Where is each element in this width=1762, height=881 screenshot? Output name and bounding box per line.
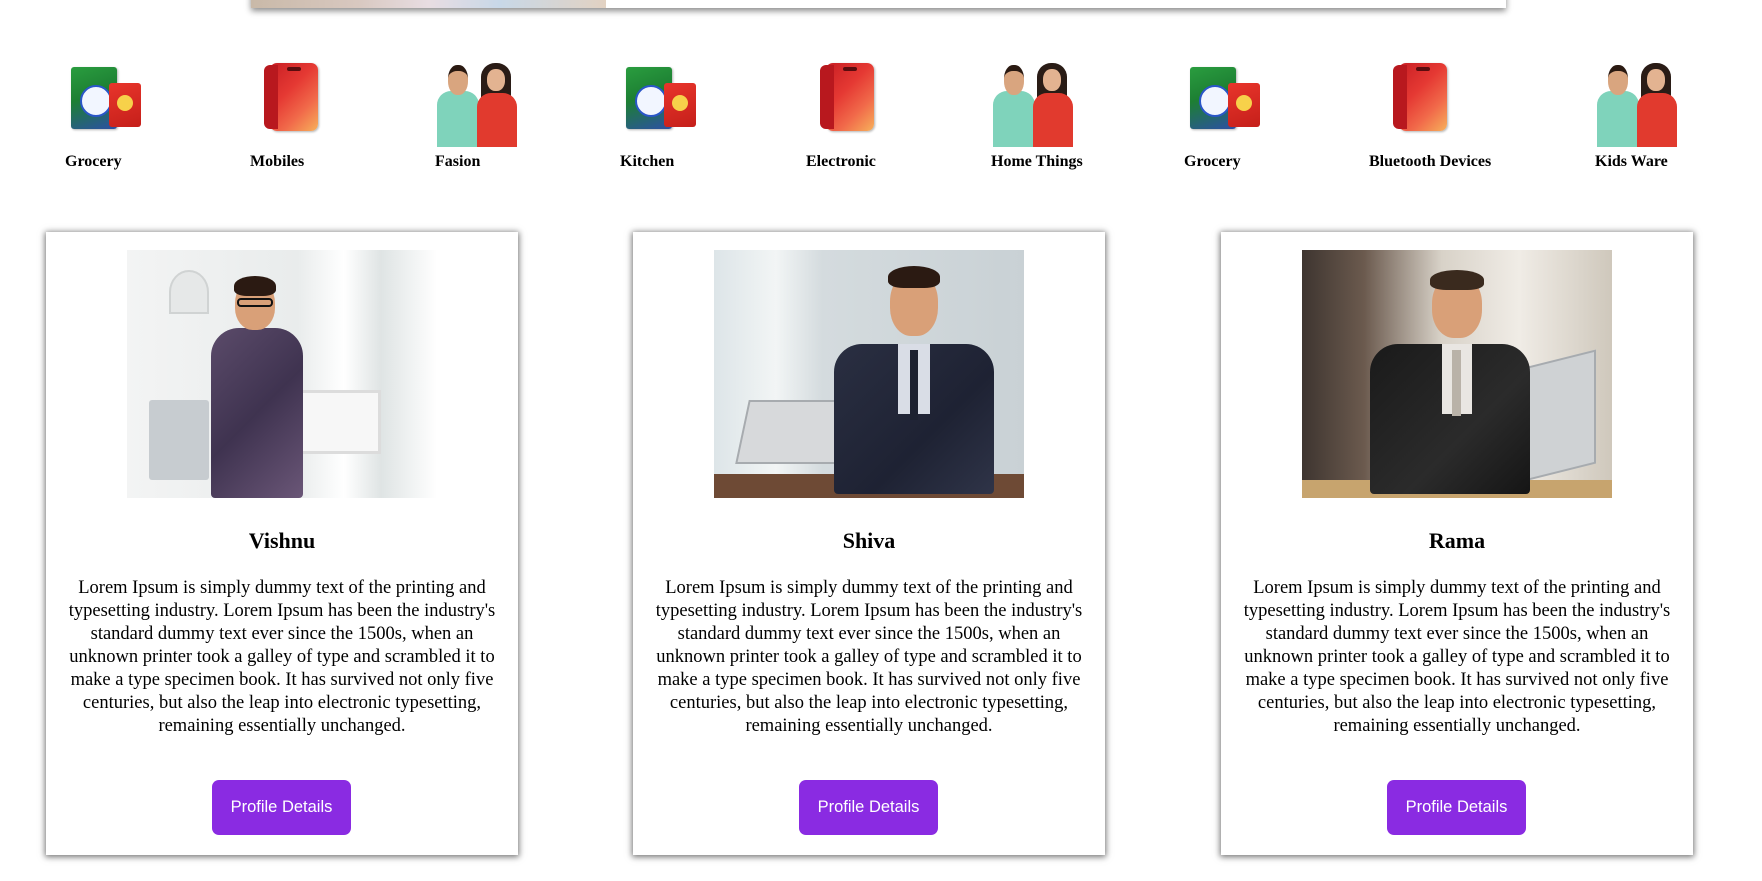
profile-card: Rama Lorem Ipsum is simply dummy text of… — [1221, 232, 1693, 855]
grocery-pack-icon — [620, 63, 706, 147]
fashion-couple-icon — [991, 63, 1077, 147]
category-label: Fasion — [435, 153, 481, 170]
top-banner — [251, 0, 1506, 8]
profile-details-button[interactable]: Profile Details — [1387, 780, 1526, 835]
category-label: Kids Ware — [1595, 153, 1668, 170]
mobile-phone-icon — [1379, 63, 1465, 147]
mobile-phone-icon — [250, 63, 336, 147]
profile-card: Shiva Lorem Ipsum is simply dummy text o… — [633, 232, 1105, 855]
grocery-pack-icon — [1184, 63, 1270, 147]
fashion-couple-icon — [1595, 63, 1681, 147]
profile-details-button[interactable]: Profile Details — [212, 780, 351, 835]
profile-name: Vishnu — [248, 528, 316, 553]
category-item-bluetooth-devices[interactable]: Bluetooth Devices — [1369, 63, 1491, 171]
category-item-fasion[interactable]: Fasion — [435, 63, 521, 171]
category-item-kitchen[interactable]: Kitchen — [620, 63, 706, 171]
category-label: Kitchen — [620, 153, 675, 170]
profile-card: Vishnu Lorem Ipsum is simply dummy text … — [46, 232, 518, 855]
category-item-electronic[interactable]: Electronic — [806, 63, 892, 171]
profile-description: Lorem Ipsum is simply dummy text of the … — [655, 578, 1083, 736]
category-item-grocery[interactable]: Grocery — [65, 63, 151, 171]
banner-image — [251, 0, 606, 8]
category-label: Electronic — [806, 153, 876, 170]
profile-photo — [1302, 250, 1612, 498]
profile-name: Shiva — [842, 528, 896, 553]
category-label: Home Things — [991, 153, 1083, 170]
category-label: Grocery — [1184, 153, 1241, 170]
category-bar: Grocery Mobiles Fasion Kitchen Electroni… — [0, 63, 1762, 183]
category-item-grocery-2[interactable]: Grocery — [1184, 63, 1270, 171]
category-item-kids-ware[interactable]: Kids Ware — [1595, 63, 1681, 171]
profile-description: Lorem Ipsum is simply dummy text of the … — [68, 578, 496, 736]
profile-photo — [127, 250, 437, 498]
grocery-pack-icon — [65, 63, 151, 147]
fashion-couple-icon — [435, 63, 521, 147]
category-label: Grocery — [65, 153, 122, 170]
profile-details-button[interactable]: Profile Details — [799, 780, 938, 835]
category-label: Mobiles — [250, 153, 305, 170]
category-label: Bluetooth Devices — [1369, 153, 1492, 170]
profile-photo — [714, 250, 1024, 498]
category-item-home-things[interactable]: Home Things — [991, 63, 1083, 171]
category-item-mobiles[interactable]: Mobiles — [250, 63, 336, 171]
profile-name: Rama — [1428, 528, 1486, 553]
profile-description: Lorem Ipsum is simply dummy text of the … — [1243, 578, 1671, 736]
page: Grocery Mobiles Fasion Kitchen Electroni… — [0, 0, 1762, 881]
mobile-phone-icon — [806, 63, 892, 147]
